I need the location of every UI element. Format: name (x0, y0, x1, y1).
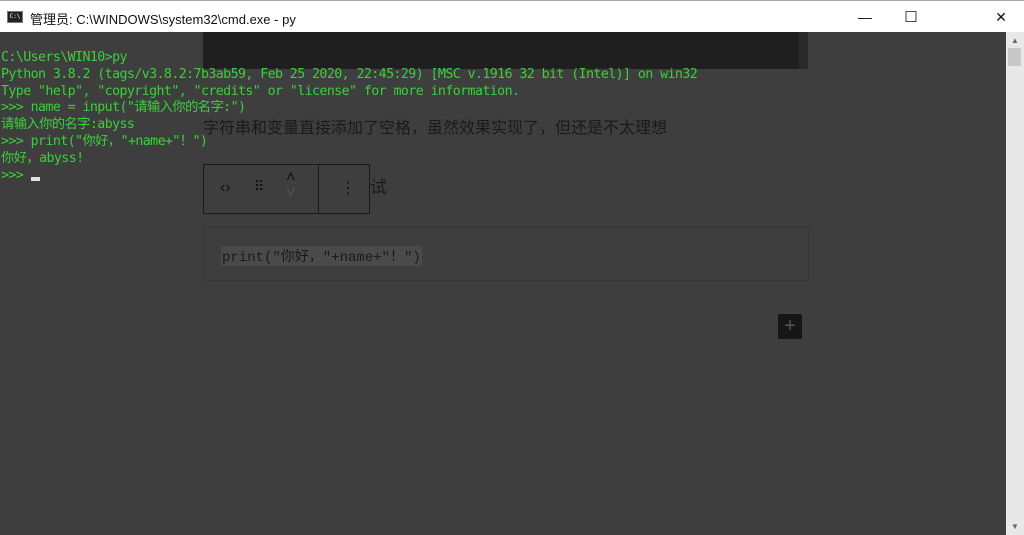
console-area[interactable]: 字符串和变量直接添加了空格，虽然效果实现了，但还是不太理想 试 ‹› ⠿ ˄ ˅… (0, 32, 1006, 535)
move-down-icon: ˅ (286, 185, 296, 202)
maximize-button[interactable]: ☐ (888, 1, 934, 33)
console-line: >>> print("你好，"+name+"！") (1, 133, 208, 149)
vertical-scrollbar[interactable] (1006, 32, 1024, 535)
title-bar[interactable]: C:\ 管理员: C:\WINDOWS\system32\cmd.exe - p… (0, 0, 1024, 32)
console-output: C:\Users\WIN10>py Python 3.8.2 (tags/v3.8… (1, 50, 698, 185)
console-line: Python 3.8.2 (tags/v3.8.2:7b3ab59, Feb 2… (1, 66, 698, 82)
window-title: 管理员: C:\WINDOWS\system32\cmd.exe - py (30, 12, 296, 27)
scroll-up-arrow-icon[interactable]: ▲ (1006, 36, 1024, 45)
console-line: 你好，abyss! (1, 150, 84, 166)
scroll-down-arrow-icon[interactable]: ▼ (1006, 522, 1024, 531)
background-code-block: print("你好，"+name+"！") (203, 227, 809, 281)
console-line: >>> name = input("请输入你的名字:") (1, 100, 246, 116)
cmd-icon: C:\ (7, 11, 23, 23)
console-prompt: >>> (1, 167, 31, 183)
background-code: print("你好，"+name+"！") (221, 246, 422, 266)
console-line: Type "help", "copyright", "credits" or "… (1, 83, 520, 99)
console-prompt-line: >>> (1, 168, 697, 185)
minimize-button[interactable]: — (842, 1, 888, 33)
background-editor-edge (799, 32, 808, 69)
close-button[interactable]: ✕ (978, 1, 1024, 33)
scrollbar-thumb[interactable] (1008, 48, 1021, 66)
add-block-icon: + (778, 314, 802, 339)
console-line: 请输入你的名字:abyss (1, 117, 135, 133)
console-line: C:\Users\WIN10>py (1, 50, 128, 65)
text-cursor (30, 176, 40, 181)
